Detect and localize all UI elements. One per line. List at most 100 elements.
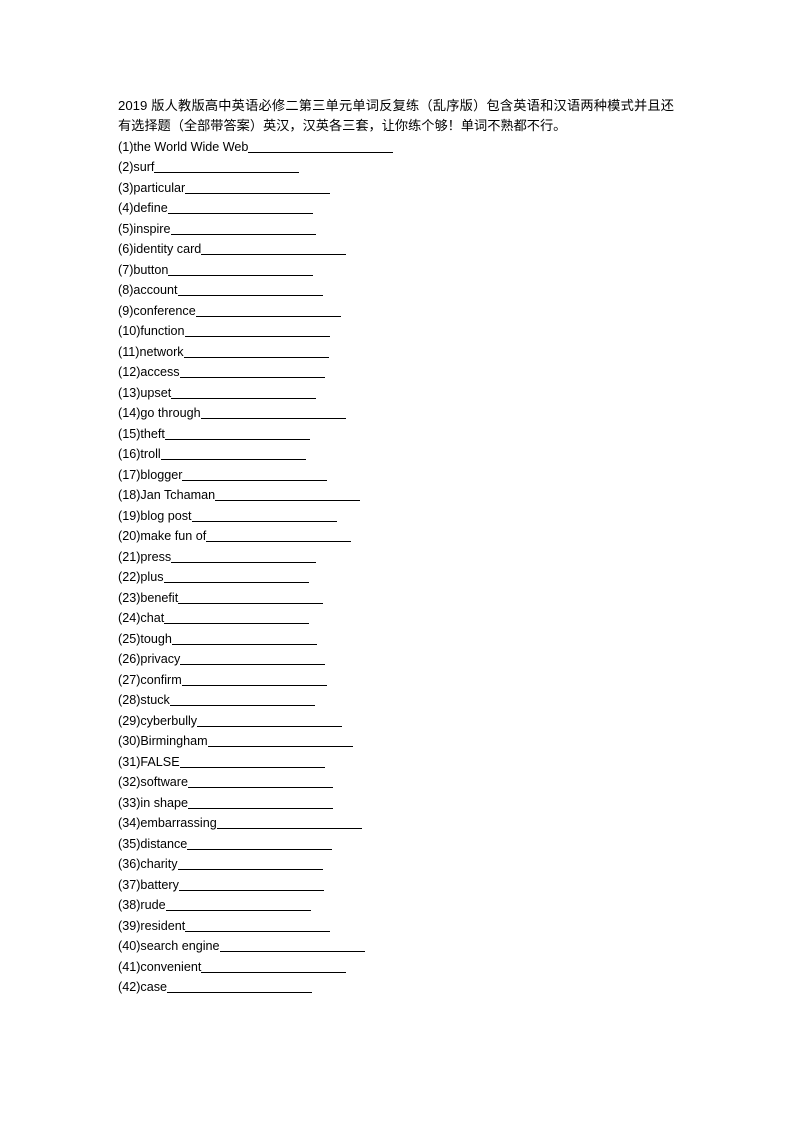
item-term: confirm (140, 672, 182, 687)
item-number: (20) (118, 529, 141, 544)
answer-blank[interactable] (188, 776, 334, 789)
item-number: (39) (118, 918, 141, 933)
answer-blank[interactable] (248, 141, 394, 153)
item-term: FALSE (140, 754, 180, 769)
vocabulary-item: (7)button (118, 260, 676, 281)
item-term: go through (140, 406, 201, 421)
answer-blank[interactable] (177, 284, 323, 297)
answer-blank[interactable] (197, 715, 343, 727)
vocabulary-item: (42)case (118, 977, 676, 998)
answer-blank[interactable] (195, 305, 341, 317)
answer-blank[interactable] (185, 182, 331, 194)
answer-blank[interactable] (170, 223, 316, 235)
answer-blank[interactable] (164, 428, 310, 440)
vocabulary-item: (10)function (118, 321, 676, 342)
vocabulary-item: (37)battery (118, 875, 676, 896)
item-number: (13) (118, 385, 141, 400)
answer-blank[interactable] (178, 592, 324, 604)
vocabulary-item: (25)tough (118, 629, 676, 650)
item-term: tough (140, 631, 172, 646)
item-term: search engine (140, 939, 220, 954)
answer-blank[interactable] (191, 510, 337, 522)
vocabulary-item: (8)account (118, 280, 676, 301)
item-term: rude (140, 898, 166, 913)
answer-blank[interactable] (164, 612, 310, 625)
answer-blank[interactable] (200, 407, 346, 420)
answer-blank[interactable] (160, 448, 306, 461)
answer-blank[interactable] (154, 161, 300, 174)
intro-paragraph: 2019 版人教版高中英语必修二第三单元单词反复练（乱序版）包含英语和汉语两种模… (118, 96, 674, 137)
item-term: network (139, 344, 184, 359)
vocabulary-item: (38)rude (118, 895, 676, 916)
answer-blank[interactable] (188, 797, 334, 809)
item-number: (14) (118, 406, 141, 421)
item-number: (23) (118, 590, 141, 605)
item-term: account (133, 283, 178, 298)
vocabulary-item: (40)search engine (118, 936, 676, 957)
vocabulary-item: (14)go through (118, 403, 676, 424)
item-number: (4) (118, 201, 134, 216)
vocabulary-item: (29)cyberbully (118, 711, 676, 732)
item-number: (26) (118, 652, 141, 667)
answer-blank[interactable] (178, 879, 324, 891)
answer-blank[interactable] (206, 530, 352, 543)
vocabulary-item: (15)theft (118, 424, 676, 445)
answer-blank[interactable] (184, 325, 330, 338)
answer-blank[interactable] (165, 899, 311, 912)
item-term: blog post (140, 508, 192, 523)
answer-blank[interactable] (219, 940, 365, 953)
answer-blank[interactable] (181, 674, 327, 686)
item-term: benefit (140, 590, 179, 605)
item-number: (10) (118, 324, 141, 339)
vocabulary-item: (2)surf (118, 157, 676, 178)
answer-blank[interactable] (171, 387, 317, 399)
intro-text: 2019 版人教版高中英语必修二第三单元单词反复练（乱序版）包含英语和汉语两种模… (118, 98, 674, 134)
answer-blank[interactable] (167, 202, 313, 215)
answer-blank[interactable] (179, 756, 325, 768)
answer-blank[interactable] (167, 981, 313, 994)
item-term: theft (140, 426, 165, 441)
item-term: define (133, 201, 168, 216)
vocabulary-item: (24)chat (118, 608, 676, 629)
item-term: troll (140, 447, 161, 462)
item-number: (35) (118, 836, 141, 851)
item-number: (27) (118, 672, 141, 687)
answer-blank[interactable] (216, 817, 362, 830)
answer-blank[interactable] (215, 489, 361, 502)
vocabulary-item: (39)resident (118, 916, 676, 937)
item-number: (6) (118, 242, 134, 257)
vocabulary-item: (36)charity (118, 854, 676, 875)
vocabulary-item: (19)blog post (118, 506, 676, 527)
item-number: (24) (118, 611, 141, 626)
vocabulary-item: (28)stuck (118, 690, 676, 711)
answer-blank[interactable] (171, 633, 317, 645)
item-number: (38) (118, 898, 141, 913)
item-number: (29) (118, 713, 141, 728)
item-term: the World Wide Web (133, 139, 249, 154)
answer-blank[interactable] (180, 653, 326, 666)
answer-blank[interactable] (177, 858, 323, 871)
answer-blank[interactable] (169, 694, 315, 707)
answer-blank[interactable] (183, 346, 329, 358)
answer-blank[interactable] (207, 735, 353, 748)
answer-blank[interactable] (171, 551, 317, 563)
answer-blank[interactable] (201, 243, 347, 256)
item-term: press (140, 549, 172, 564)
vocabulary-item: (32)software (118, 772, 676, 793)
item-term: cyberbully (140, 713, 198, 728)
answer-blank[interactable] (168, 264, 314, 276)
item-number: (34) (118, 816, 141, 831)
answer-blank[interactable] (187, 838, 333, 850)
vocabulary-item: (23)benefit (118, 588, 676, 609)
vocabulary-list: (1)the World Wide Web (2)surf (3)particula… (118, 137, 676, 998)
item-term: conference (133, 303, 196, 318)
vocabulary-item: (26)privacy (118, 649, 676, 670)
vocabulary-item: (17)blogger (118, 465, 676, 486)
item-number: (42) (118, 980, 141, 995)
answer-blank[interactable] (185, 920, 331, 932)
item-term: plus (140, 570, 164, 585)
answer-blank[interactable] (179, 366, 325, 379)
answer-blank[interactable] (201, 961, 347, 973)
answer-blank[interactable] (163, 571, 309, 584)
answer-blank[interactable] (182, 469, 328, 481)
